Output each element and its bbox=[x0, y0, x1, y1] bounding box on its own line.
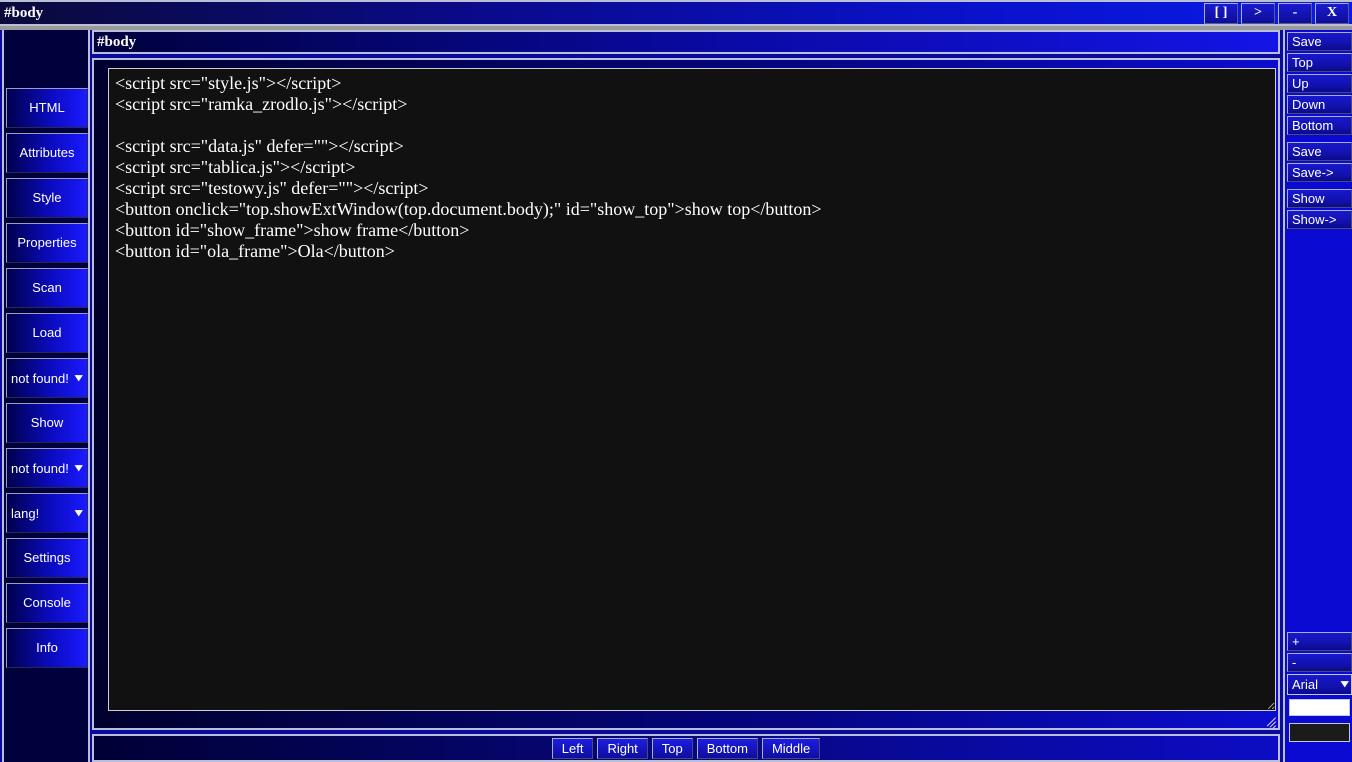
move-bottom-button[interactable]: Bottom bbox=[1287, 116, 1352, 135]
resize-grip-icon[interactable] bbox=[1262, 712, 1276, 729]
sidebar-item-settings[interactable]: Settings bbox=[6, 538, 88, 578]
breadcrumb: #body bbox=[92, 30, 1280, 54]
move-top-button[interactable]: Top bbox=[1287, 53, 1352, 72]
save-as-button[interactable]: Save-> bbox=[1287, 163, 1352, 182]
sidebar-select-label: lang! bbox=[11, 505, 40, 521]
sidebar-item-info[interactable]: Info bbox=[6, 628, 88, 668]
sidebar-select-not-found-1[interactable]: not found! ▾ bbox=[6, 358, 88, 398]
application-window: #body [ ] > - X HTML Attributes Style Pr… bbox=[0, 0, 1352, 762]
alignment-toolbar: Left Right Top Bottom Middle bbox=[92, 734, 1280, 762]
sidebar-item-show[interactable]: Show bbox=[6, 403, 88, 443]
window-body: HTML Attributes Style Properties Scan Lo… bbox=[0, 30, 1352, 762]
divider bbox=[1285, 135, 1352, 140]
sidebar-item-properties[interactable]: Properties bbox=[6, 223, 88, 263]
align-top-button[interactable]: Top bbox=[651, 737, 693, 759]
sidebar-item-scan[interactable]: Scan bbox=[6, 268, 88, 308]
close-button[interactable]: X bbox=[1315, 2, 1349, 24]
center-panel: #body <script src="style.js"></script> <… bbox=[92, 30, 1280, 762]
color-input[interactable] bbox=[1289, 723, 1350, 742]
title-bar: #body [ ] > - X bbox=[0, 0, 1352, 26]
align-bottom-button[interactable]: Bottom bbox=[696, 737, 758, 759]
sidebar-select-label: not found! bbox=[11, 460, 69, 476]
sidebar-item-load[interactable]: Load bbox=[6, 313, 88, 353]
align-middle-button[interactable]: Middle bbox=[761, 737, 821, 759]
value-input[interactable] bbox=[1289, 699, 1350, 716]
sidebar-item-html[interactable]: HTML bbox=[6, 88, 88, 128]
chevron-down-icon: ▾ bbox=[75, 461, 83, 474]
sidebar-item-style[interactable]: Style bbox=[6, 178, 88, 218]
sidebar-select-not-found-2[interactable]: not found! ▾ bbox=[6, 448, 88, 488]
html-source-editor[interactable]: <script src="style.js"></script> <script… bbox=[108, 68, 1276, 711]
move-down-button[interactable]: Down bbox=[1287, 95, 1352, 114]
zoom-out-button[interactable]: - bbox=[1287, 653, 1352, 672]
zoom-in-button[interactable]: + bbox=[1287, 632, 1352, 651]
divider bbox=[1285, 182, 1352, 187]
right-sidebar: Save Top Up Down Bottom Save Save-> Show… bbox=[1283, 30, 1352, 762]
show-button[interactable]: Show bbox=[1287, 189, 1352, 208]
chevron-down-icon: ▾ bbox=[75, 371, 83, 384]
chevron-down-icon: ▾ bbox=[1341, 678, 1349, 690]
sidebar-item-attributes[interactable]: Attributes bbox=[6, 133, 88, 173]
left-sidebar: HTML Attributes Style Properties Scan Lo… bbox=[2, 30, 90, 762]
chevron-down-icon: ▾ bbox=[75, 506, 83, 519]
show-next-button[interactable]: Show-> bbox=[1287, 210, 1352, 229]
font-family-select[interactable]: Arial ▾ bbox=[1287, 674, 1352, 695]
restore-button[interactable]: [ ] bbox=[1204, 2, 1238, 24]
minimize-button[interactable]: - bbox=[1278, 2, 1312, 24]
save-button-top[interactable]: Save bbox=[1287, 32, 1352, 51]
sidebar-select-label: not found! bbox=[11, 370, 69, 386]
sidebar-select-lang[interactable]: lang! ▾ bbox=[6, 493, 88, 533]
expand-button[interactable]: > bbox=[1241, 2, 1275, 24]
save-button[interactable]: Save bbox=[1287, 142, 1352, 161]
align-right-button[interactable]: Right bbox=[597, 737, 648, 759]
sidebar-item-console[interactable]: Console bbox=[6, 583, 88, 623]
right-sidebar-footer: + - Arial ▾ bbox=[1285, 630, 1352, 742]
font-family-label: Arial bbox=[1292, 677, 1319, 692]
move-up-button[interactable]: Up bbox=[1287, 74, 1352, 93]
align-left-button[interactable]: Left bbox=[551, 737, 594, 759]
window-title: #body bbox=[4, 4, 44, 21]
editor-container: <script src="style.js"></script> <script… bbox=[92, 58, 1280, 730]
